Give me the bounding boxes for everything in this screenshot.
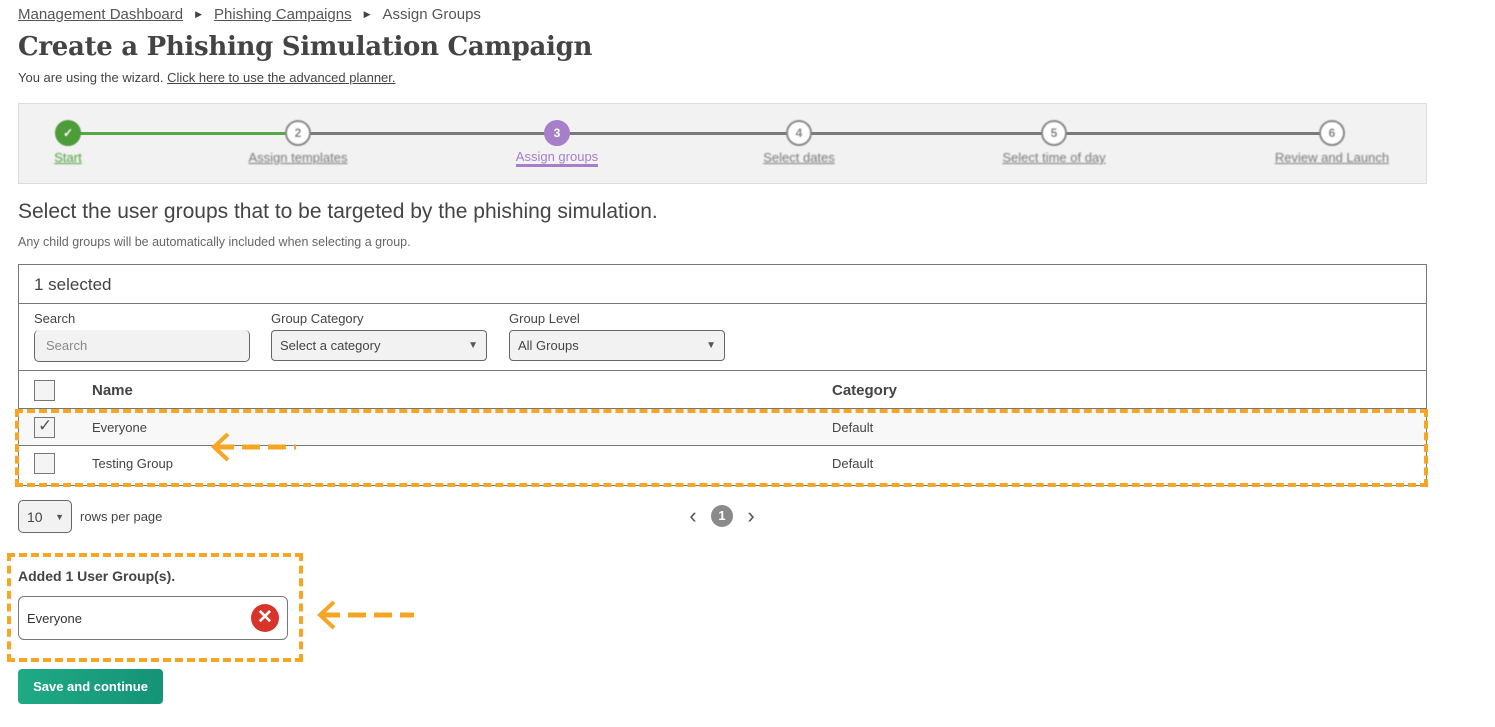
search-label: Search	[34, 311, 76, 326]
section-subtitle: Any child groups will be automatically i…	[18, 235, 411, 249]
rows-per-page-label: rows per page	[80, 509, 163, 524]
save-and-continue-button[interactable]: Save and continue	[18, 669, 163, 704]
step-number: 6	[1319, 120, 1345, 146]
step-assign-groups[interactable]: 3 Assign groups	[477, 120, 637, 167]
step-select-time-of-day[interactable]: 5 Select time of day	[974, 120, 1134, 167]
chevron-left-icon[interactable]: ‹	[685, 505, 701, 527]
step-label[interactable]: Select time of day	[1002, 150, 1105, 165]
group-category-select[interactable]: Select a category ▼	[271, 330, 487, 361]
column-header-category[interactable]: Category	[832, 382, 897, 399]
search-input[interactable]	[34, 330, 250, 362]
search-filter: Search	[34, 311, 250, 362]
step-label[interactable]: Assign templates	[249, 150, 348, 165]
group-category-value: Select a category	[280, 338, 381, 353]
breadcrumb-phishing-campaigns[interactable]: Phishing Campaigns	[214, 6, 352, 23]
breadcrumb-separator-icon: ▶	[195, 9, 203, 19]
step-start[interactable]: ✓ Start	[0, 120, 148, 167]
step-assign-templates[interactable]: 2 Assign templates	[218, 120, 378, 167]
group-level-select[interactable]: All Groups ▼	[509, 330, 725, 361]
wizard-note-text: You are using the wizard.	[18, 70, 164, 85]
table-header: Name Category	[19, 371, 1426, 409]
group-category-filter: Group Category Select a category ▼	[271, 311, 487, 361]
page-number-current[interactable]: 1	[711, 505, 733, 527]
breadcrumb-management-dashboard[interactable]: Management Dashboard	[18, 6, 183, 23]
step-review-and-launch[interactable]: 6 Review and Launch	[1252, 120, 1412, 167]
group-level-label: Group Level	[509, 311, 580, 326]
step-number: 2	[285, 120, 311, 146]
group-level-filter: Group Level All Groups ▼	[509, 311, 725, 361]
step-select-dates[interactable]: 4 Select dates	[719, 120, 879, 167]
step-label[interactable]: Select dates	[763, 150, 835, 165]
dropdown-arrow-icon: ▼	[55, 511, 64, 522]
step-number: 5	[1041, 120, 1067, 146]
step-label[interactable]: Assign groups	[515, 150, 599, 167]
check-icon: ✓	[55, 120, 81, 146]
breadcrumb: Management Dashboard ▶ Phishing Campaign…	[18, 6, 481, 23]
step-label[interactable]: Start	[54, 150, 81, 165]
step-label[interactable]: Review and Launch	[1275, 150, 1389, 165]
added-group-name: Everyone	[27, 610, 82, 626]
step-number: 4	[786, 120, 812, 146]
dropdown-arrow-icon: ▼	[706, 340, 716, 351]
wizard-stepper: ✓ Start 2 Assign templates 3 Assign grou…	[18, 103, 1427, 184]
annotation-arrow-icon	[211, 432, 296, 462]
wizard-note: You are using the wizard. Click here to …	[18, 70, 396, 85]
added-groups-title: Added 1 User Group(s).	[18, 568, 176, 584]
group-level-value: All Groups	[518, 338, 579, 353]
remove-group-icon[interactable]: ✕	[251, 604, 279, 632]
page-title: Create a Phishing Simulation Campaign	[18, 32, 593, 62]
section-title: Select the user groups that to be target…	[18, 200, 658, 223]
advanced-planner-link[interactable]: Click here to use the advanced planner.	[167, 70, 395, 85]
pagination: ‹ 1 ›	[685, 505, 759, 527]
dropdown-arrow-icon: ▼	[468, 340, 478, 351]
chevron-right-icon[interactable]: ›	[743, 505, 759, 527]
breadcrumb-separator-icon: ▶	[363, 9, 371, 19]
column-header-name[interactable]: Name	[92, 382, 133, 399]
annotation-arrow-icon	[317, 600, 414, 630]
filters-bar: Search Group Category Select a category …	[19, 304, 1426, 371]
added-group-item: Everyone ✕	[18, 596, 288, 640]
rows-per-page-value: 10	[27, 508, 43, 525]
step-number: 3	[544, 120, 570, 146]
select-all-checkbox[interactable]	[34, 380, 55, 401]
breadcrumb-current: Assign Groups	[382, 6, 481, 23]
rows-per-page-select[interactable]: 10 ▼	[18, 500, 72, 533]
selected-count: 1 selected	[19, 265, 1426, 304]
group-category-label: Group Category	[271, 311, 364, 326]
